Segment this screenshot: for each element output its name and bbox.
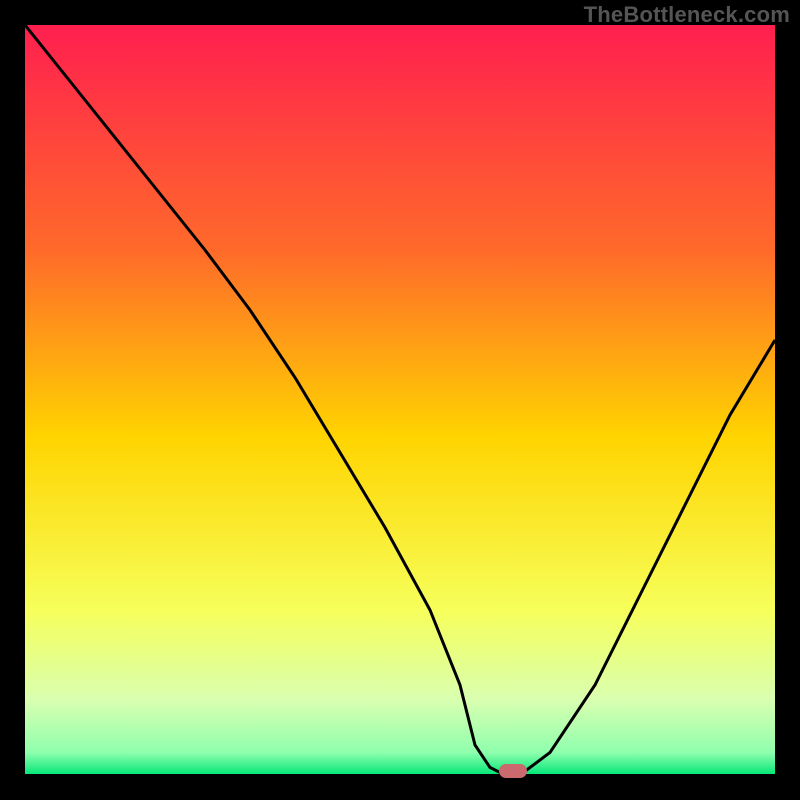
optimal-marker: [499, 764, 527, 778]
watermark-label: TheBottleneck.com: [584, 2, 790, 28]
plot-svg: [25, 25, 775, 775]
gradient-rect: [25, 25, 775, 775]
chart-container: TheBottleneck.com: [0, 0, 800, 800]
plot-frame: [25, 25, 775, 775]
